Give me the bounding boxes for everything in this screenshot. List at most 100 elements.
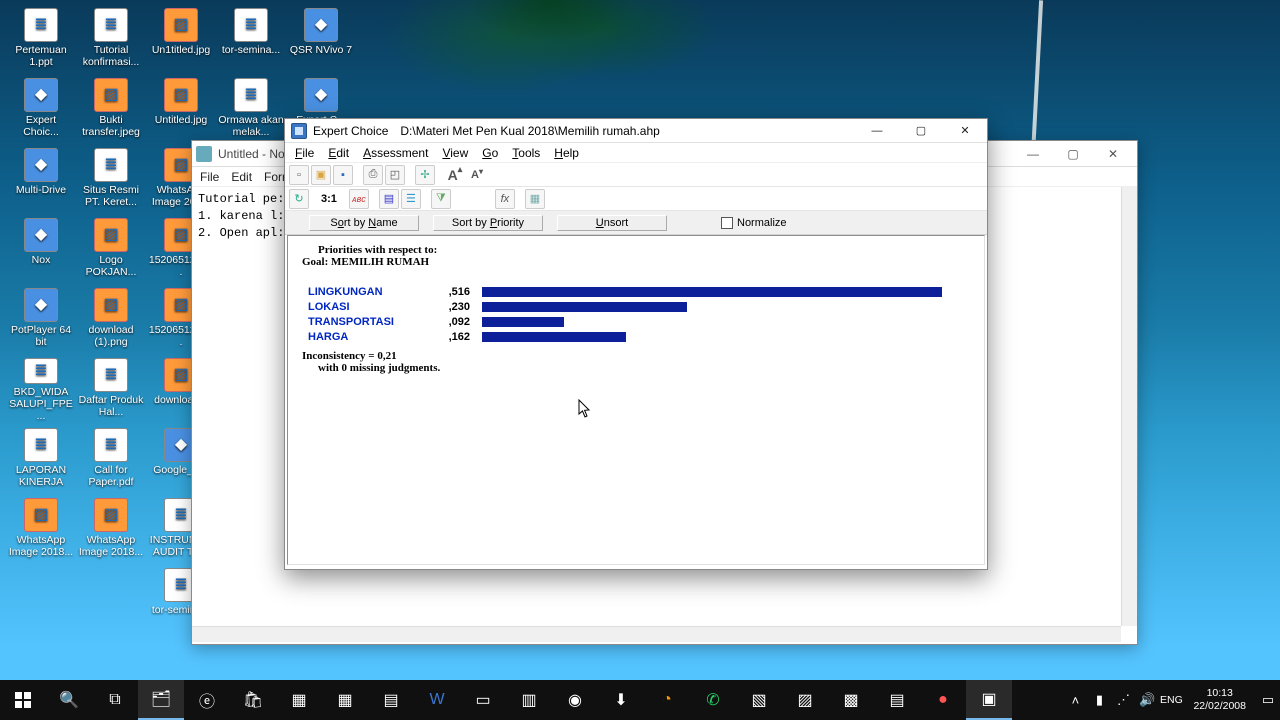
minimize-button[interactable]: — xyxy=(855,119,899,143)
app-icon-4[interactable]: ▧ xyxy=(736,680,782,720)
scrollbar-vertical[interactable] xyxy=(1121,187,1137,626)
desktop-icon[interactable]: ▧download (1).png xyxy=(76,286,146,352)
desktop-icon[interactable]: ≣Pertemuan 1.ppt xyxy=(6,6,76,72)
ec-sortbar[interactable]: Sort by Name Sort by Priority Unsort Nor… xyxy=(285,211,987,235)
app-icon-3[interactable]: ▥ xyxy=(506,680,552,720)
word-icon[interactable]: W xyxy=(414,680,460,720)
action-center-icon[interactable]: ▭ xyxy=(1256,692,1280,708)
ec-titlebar[interactable]: Expert Choice D:\Materi Met Pen Kual 201… xyxy=(285,119,987,143)
print-icon[interactable]: ⎙ xyxy=(363,165,383,185)
menu-edit[interactable]: Edit xyxy=(231,170,252,184)
sort-by-priority-button[interactable]: Sort by Priority xyxy=(433,215,543,231)
wifi-icon[interactable]: ⋰ xyxy=(1111,692,1135,708)
bars-icon[interactable]: ☰ xyxy=(401,189,421,209)
menu-go[interactable]: Go xyxy=(476,145,504,161)
font-decrease-icon[interactable]: A▾ xyxy=(467,165,487,185)
desktop-icon[interactable]: ≣Ormawa akan melak... xyxy=(216,76,286,142)
taskbar[interactable]: 🔍 ⧉ 🗂 ⓔ 🛍 ▦ ▦ ▤ W ▭ ▥ ◉ ⬇ ◔ ✆ ▧ ▨ ▩ ▤ ● … xyxy=(0,680,1280,720)
criterion-value: ,516 xyxy=(432,284,476,299)
whatsapp-icon[interactable]: ✆ xyxy=(690,680,736,720)
expert-choice-taskbar-icon[interactable]: ▣ xyxy=(966,680,1012,720)
desktop[interactable]: ≣Pertemuan 1.ppt◆Expert Choic...◆Multi-D… xyxy=(0,0,1280,720)
open-icon[interactable]: ▣ xyxy=(311,165,331,185)
close-button[interactable]: ✕ xyxy=(1093,143,1133,165)
app-icon-2[interactable]: ▦ xyxy=(322,680,368,720)
desktop-icon[interactable]: ▧WhatsApp Image 2018... xyxy=(76,496,146,562)
desktop-icon[interactable]: ◆Nox xyxy=(6,216,76,282)
menu-assessment[interactable]: Assessment xyxy=(357,145,434,161)
normalize-checkbox[interactable]: Normalize xyxy=(721,217,787,229)
desktop-icon[interactable]: ≣tor-semina... xyxy=(216,6,286,72)
checkbox-icon[interactable] xyxy=(721,217,733,229)
search-icon[interactable]: 🔍 xyxy=(46,680,92,720)
tray-chevron-icon[interactable]: ˄ xyxy=(1063,693,1087,708)
app-icon-7[interactable]: ▤ xyxy=(874,680,920,720)
menu-view[interactable]: View xyxy=(436,145,474,161)
file-explorer-icon[interactable]: 🗂 xyxy=(138,680,184,720)
app-icon-1[interactable]: ▦ xyxy=(276,680,322,720)
recalc-icon[interactable]: ↻ xyxy=(289,189,309,209)
notepad-taskbar-icon[interactable]: ▭ xyxy=(460,680,506,720)
desktop-icon[interactable]: ◆PotPlayer 64 bit xyxy=(6,286,76,352)
file-icon: ≣ xyxy=(94,428,128,462)
battery-icon[interactable]: ▮ xyxy=(1087,692,1111,708)
menu-tools[interactable]: Tools xyxy=(506,145,546,161)
maximize-button[interactable]: ▢ xyxy=(899,119,943,143)
recorder-icon[interactable]: ● xyxy=(920,680,966,720)
menu-file[interactable]: File xyxy=(200,170,219,184)
sort-by-name-button[interactable]: Sort by Name xyxy=(309,215,419,231)
app-icon-6[interactable]: ▩ xyxy=(828,680,874,720)
idm-icon[interactable]: ⬇ xyxy=(598,680,644,720)
blender-icon[interactable]: ◔ xyxy=(644,680,690,720)
desktop-icon[interactable]: ◆QSR NVivo 7 xyxy=(286,6,356,72)
desktop-icon[interactable]: ▧Logo POKJAN... xyxy=(76,216,146,282)
chrome-icon[interactable]: ◉ xyxy=(552,680,598,720)
start-button[interactable] xyxy=(0,680,46,720)
desktop-icon[interactable]: ≣Daftar Produk Hal... xyxy=(76,356,146,422)
close-button[interactable]: ✕ xyxy=(943,119,987,143)
font-increase-icon[interactable]: A▴ xyxy=(445,165,465,185)
language-indicator[interactable]: ENG xyxy=(1159,694,1183,706)
grid-icon[interactable]: ▦ xyxy=(525,189,545,209)
minimize-button[interactable]: — xyxy=(1013,143,1053,165)
ec-menubar[interactable]: File Edit Assessment View Go Tools Help xyxy=(285,143,987,163)
fx-icon[interactable]: fx xyxy=(495,189,515,209)
clock-time: 10:13 xyxy=(1193,687,1246,700)
ec-toolbar-2[interactable]: ↻ 3:1 ᴀʙᴄ ▤ ☰ ⧩ fx ▦ xyxy=(285,187,987,211)
scrollbar-horizontal[interactable] xyxy=(192,626,1121,642)
desktop-icon[interactable]: ≣Situs Resmi PT. Keret... xyxy=(76,146,146,212)
menu-help[interactable]: Help xyxy=(548,145,585,161)
criterion-bar xyxy=(482,332,626,342)
store-icon[interactable]: 🛍 xyxy=(230,680,276,720)
desktop-icon[interactable]: ≣LAPORAN KINERJA xyxy=(6,426,76,492)
desktop-icon[interactable]: ≣Tutorial konfirmasi... xyxy=(76,6,146,72)
desktop-icon[interactable]: ▧Untitled.jpg xyxy=(146,76,216,142)
volume-icon[interactable]: 🔊 xyxy=(1135,692,1159,708)
desktop-icon[interactable]: ▧Bukti transfer.jpeg xyxy=(76,76,146,142)
system-tray[interactable]: ˄ ▮ ⋰ 🔊 ENG 10:13 22/02/2008 ▭ xyxy=(1063,680,1280,720)
menu-edit[interactable]: Edit xyxy=(322,145,355,161)
maximize-button[interactable]: ▢ xyxy=(1053,143,1093,165)
edge-icon[interactable]: ⓔ xyxy=(184,680,230,720)
new-icon[interactable]: ▫ xyxy=(289,165,309,185)
unsort-button[interactable]: Unsort xyxy=(557,215,667,231)
desktop-icon[interactable]: ◆Multi-Drive xyxy=(6,146,76,212)
spss-icon[interactable]: ▤ xyxy=(368,680,414,720)
abc-icon[interactable]: ᴀʙᴄ xyxy=(349,189,369,209)
tree-icon[interactable]: ✢ xyxy=(415,165,435,185)
desktop-icon[interactable]: ▧WhatsApp Image 2018... xyxy=(6,496,76,562)
app-icon-5[interactable]: ▨ xyxy=(782,680,828,720)
desktop-icon[interactable]: ◆Expert Choic... xyxy=(6,76,76,142)
expert-choice-window[interactable]: Expert Choice D:\Materi Met Pen Kual 201… xyxy=(284,118,988,570)
desktop-icon[interactable]: ≣BKD_WIDA SALUPI_FPE... xyxy=(6,356,76,422)
print-preview-icon[interactable]: ◰ xyxy=(385,165,405,185)
desktop-icon[interactable]: ≣Call for Paper.pdf xyxy=(76,426,146,492)
save-icon[interactable]: ▪ xyxy=(333,165,353,185)
desktop-icon[interactable]: ▧Un1titled.jpg xyxy=(146,6,216,72)
bars-blue-icon[interactable]: ▤ xyxy=(379,189,399,209)
funnel-icon[interactable]: ⧩ xyxy=(431,189,451,209)
task-view-icon[interactable]: ⧉ xyxy=(92,680,138,720)
menu-file[interactable]: File xyxy=(289,145,320,161)
clock[interactable]: 10:13 22/02/2008 xyxy=(1183,687,1256,713)
ec-toolbar-1[interactable]: ▫ ▣ ▪ ⎙ ◰ ✢ A▴ A▾ xyxy=(285,163,987,187)
